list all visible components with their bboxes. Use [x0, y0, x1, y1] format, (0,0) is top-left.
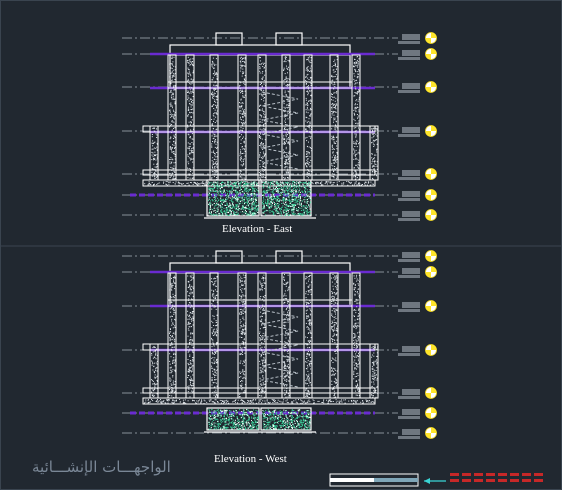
column-hatch: [169, 56, 176, 180]
red-mark: [474, 479, 483, 482]
column-hatch: [331, 56, 338, 180]
drawing-rect: [142, 387, 376, 394]
level-label-box: [398, 134, 420, 137]
level-label-box: [402, 211, 420, 217]
column: [237, 272, 247, 399]
column-hatch: [151, 127, 158, 179]
level-label-box: [402, 34, 420, 40]
level-label-box: [398, 309, 420, 312]
column-hatch: [259, 56, 266, 180]
column-hatch: [211, 276, 218, 398]
column: [281, 272, 291, 399]
drawing-canvas[interactable]: Elevation - East Elevation - West الواجه…: [0, 0, 562, 490]
level-label-box: [402, 83, 420, 89]
column-hatch: [187, 56, 194, 179]
column-hatch: [211, 57, 218, 180]
column-hatch: [259, 274, 266, 398]
parapet: [275, 32, 303, 46]
column-hatch: [239, 274, 246, 398]
level-label-box: [398, 436, 420, 439]
column-hatch: [371, 127, 378, 180]
red-mark: [462, 473, 471, 476]
frame-border: [0, 0, 562, 490]
level-label-box: [398, 353, 420, 356]
red-mark: [450, 473, 459, 476]
level-label-box: [402, 170, 420, 176]
stair-line: [261, 309, 299, 388]
column: [351, 54, 361, 181]
level-label-box: [402, 409, 420, 415]
parapet: [275, 250, 303, 264]
red-mark: [462, 479, 471, 482]
column-hatch: [283, 56, 290, 180]
level-label-box: [402, 429, 420, 435]
red-mark: [486, 479, 495, 482]
column: [149, 125, 159, 181]
parapet: [215, 250, 243, 264]
column-hatch: [353, 274, 360, 396]
level-label-box: [402, 252, 420, 258]
column-hatch: [283, 274, 290, 398]
level-label-box: [398, 41, 420, 44]
red-mark: [534, 479, 543, 482]
red-mark: [498, 473, 507, 476]
level-label-box: [402, 191, 420, 197]
level-label-box: [402, 127, 420, 133]
level-label-box: [398, 198, 420, 201]
column: [369, 343, 379, 399]
column: [303, 54, 313, 181]
scale-bar-segment: [330, 478, 374, 482]
level-label-box: [398, 90, 420, 93]
column: [167, 272, 177, 399]
column-hatch: [187, 274, 194, 398]
column: [303, 272, 313, 399]
level-label-box: [402, 302, 420, 308]
column: [185, 54, 195, 181]
level-label-box: [398, 275, 420, 278]
red-mark: [522, 473, 531, 476]
title-elevation-west: Elevation - West: [214, 453, 287, 465]
level-label-box: [398, 177, 420, 180]
column-hatch: [353, 56, 360, 180]
level-label-box: [402, 268, 420, 274]
red-mark: [486, 473, 495, 476]
level-label-box: [402, 50, 420, 56]
column-hatch: [239, 56, 246, 180]
level-label-box: [402, 389, 420, 395]
column-hatch: [305, 56, 312, 179]
column-hatch: [305, 274, 312, 398]
red-mark: [474, 473, 483, 476]
red-mark: [534, 473, 543, 476]
parapet: [215, 32, 243, 46]
column-hatch: [151, 346, 158, 397]
watermark-text: الواجهـــات الإنشـــائية: [32, 458, 171, 476]
title-elevation-east: Elevation - East: [222, 223, 293, 235]
red-mark: [450, 479, 459, 482]
level-label-box: [398, 396, 420, 399]
elevation-drawing: [0, 0, 562, 490]
level-label-box: [398, 416, 420, 419]
red-mark: [510, 479, 519, 482]
scale-bar-segment: [374, 478, 418, 482]
red-mark: [522, 479, 531, 482]
level-label-box: [398, 57, 420, 60]
red-mark: [510, 473, 519, 476]
level-label-box: [402, 346, 420, 352]
stair-line: [261, 91, 299, 170]
plinth-hatch: [144, 399, 375, 404]
level-label-box: [398, 259, 420, 262]
red-mark: [498, 479, 507, 482]
arrow-icon: [424, 478, 430, 484]
level-label-box: [398, 218, 420, 221]
column-hatch: [331, 274, 338, 398]
